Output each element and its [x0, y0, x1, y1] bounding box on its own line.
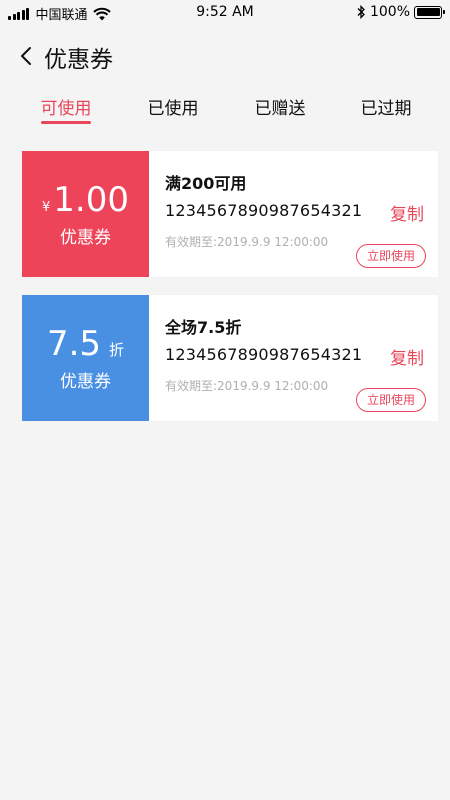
tab-used[interactable]: 已使用: [143, 94, 203, 128]
bluetooth-icon: [357, 5, 365, 19]
battery-icon: [414, 5, 445, 19]
coupon-value-panel: 7.5 折 优惠券: [18, 295, 149, 421]
tab-label: 已使用: [147, 99, 199, 119]
coupon-title: 全场7.5折: [165, 318, 242, 337]
page-title: 优惠券: [44, 47, 113, 73]
copy-button[interactable]: 复制: [390, 344, 424, 369]
use-now-button[interactable]: 立即使用: [356, 244, 426, 268]
coupon-code: 1234567890987654321: [165, 201, 363, 220]
status-right: 100%: [356, 4, 445, 20]
coupon-card: 7.5 折 优惠券 全场7.5折 1234567890987654321 复制 …: [18, 295, 438, 421]
battery-percent: 100%: [369, 4, 410, 20]
copy-button[interactable]: 复制: [390, 200, 424, 225]
coupon-type-label: 优惠券: [60, 227, 111, 248]
tab-label: 已过期: [360, 99, 412, 119]
tab-label: 已赠送: [254, 99, 306, 119]
coupon-type-label: 优惠券: [60, 371, 111, 392]
status-bar: 中国联通 9:52 AM 100%: [0, 0, 450, 26]
discount-unit: 折: [109, 340, 125, 359]
tab-label: 可使用: [40, 99, 92, 119]
coupon-title: 满200可用: [165, 174, 247, 193]
screen: 中国联通 9:52 AM 100% 优惠券 可使用 已使用 已赠送 已过期 ¥ …: [0, 0, 450, 800]
back-icon[interactable]: [14, 42, 40, 70]
scallop-edge: [18, 151, 26, 277]
coupon-card: ¥ 1.00 优惠券 满200可用 1234567890987654321 复制…: [18, 151, 438, 277]
battery-fill: [416, 8, 440, 16]
coupon-expiry: 有效期至:2019.9.9 12:00:00: [165, 235, 329, 249]
use-now-button[interactable]: 立即使用: [356, 388, 426, 412]
coupon-details: 满200可用 1234567890987654321 复制 有效期至:2019.…: [149, 151, 438, 277]
header: 优惠券: [0, 36, 450, 76]
tab-gifted[interactable]: 已赠送: [250, 94, 310, 128]
tab-bar: 可使用 已使用 已赠送 已过期: [0, 94, 450, 134]
coupon-code: 1234567890987654321: [165, 345, 363, 364]
tab-indicator: [41, 121, 91, 124]
coupon-amount-row: ¥ 1.00: [42, 181, 129, 219]
scallop-edge: [18, 295, 26, 421]
coupon-expiry: 有效期至:2019.9.9 12:00:00: [165, 379, 329, 393]
tab-available[interactable]: 可使用: [36, 94, 96, 128]
coupon-value-panel: ¥ 1.00 优惠券: [18, 151, 149, 277]
currency-symbol: ¥: [42, 199, 51, 215]
tab-expired[interactable]: 已过期: [356, 94, 416, 128]
coupon-details: 全场7.5折 1234567890987654321 复制 有效期至:2019.…: [149, 295, 438, 421]
coupon-amount: 1.00: [53, 179, 129, 220]
coupon-amount: 7.5: [46, 323, 102, 364]
coupon-amount-row: 7.5 折: [47, 325, 124, 363]
